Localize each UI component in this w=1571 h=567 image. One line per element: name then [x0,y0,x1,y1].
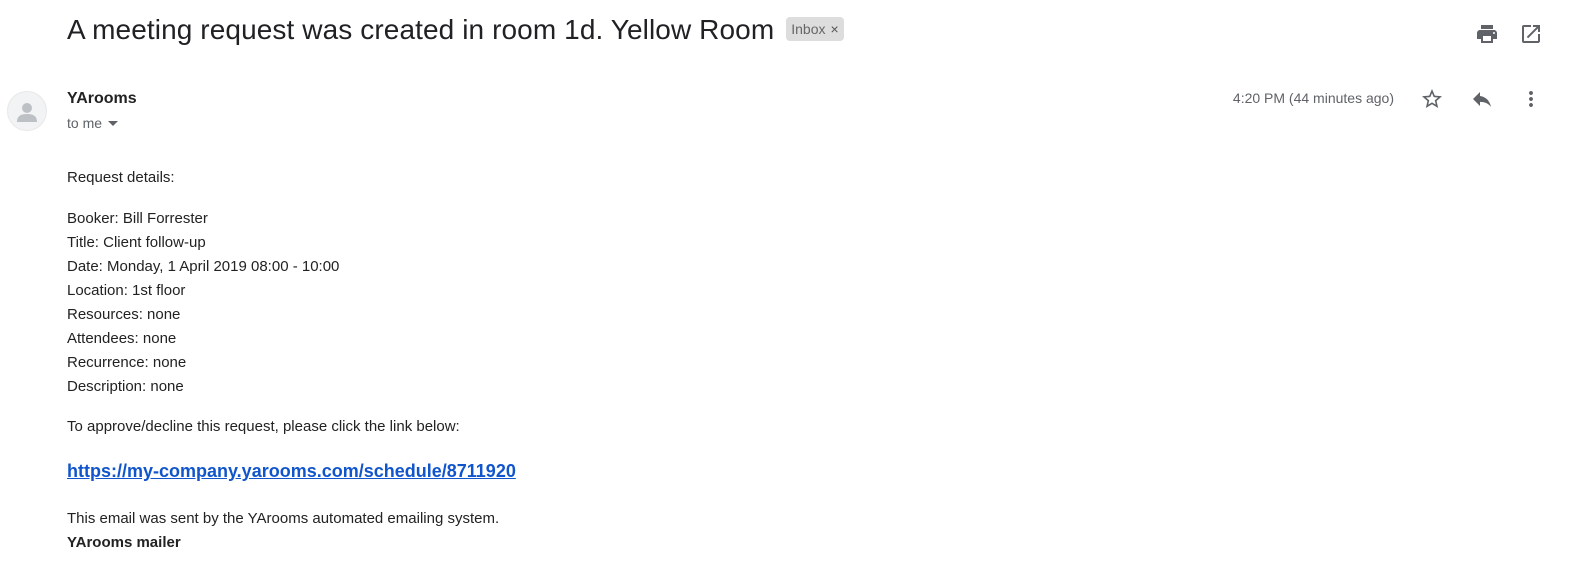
body-footer: This email was sent by the YArooms autom… [67,510,500,527]
email-view: A meeting request was created in room 1d… [0,0,1571,567]
print-icon[interactable] [1475,22,1499,46]
approve-decline-link[interactable]: https://my-company.yarooms.com/schedule/… [67,461,516,481]
email-body: Request details: Booker: Bill Forrester … [67,166,1067,555]
detail-date: Date: Monday, 1 April 2019 08:00 - 10:00 [67,258,340,275]
detail-resources: Resources: none [67,306,181,323]
detail-booker: Booker: Bill Forrester [67,210,208,227]
avatar-icon [7,91,47,131]
body-intro: Request details: [67,169,175,186]
email-timestamp: 4:20 PM (44 minutes ago) [1232,90,1394,106]
detail-title: Title: Client follow-up [67,234,206,251]
detail-recurrence: Recurrence: none [67,354,187,371]
email-subject: A meeting request was created in room 1d… [67,14,775,45]
detail-location: Location: 1st floor [67,282,186,299]
detail-description: Description: none [67,378,184,395]
chevron-down-icon[interactable] [108,120,119,126]
open-in-new-window-icon[interactable] [1519,22,1543,46]
sender-name[interactable]: YArooms [67,90,137,108]
recipient-row: to me [67,115,119,131]
star-icon[interactable] [1420,87,1444,111]
label-chip-text: Inbox [791,20,826,37]
remove-label-icon[interactable]: × [831,21,839,37]
reply-icon[interactable] [1470,87,1494,111]
more-vertical-icon[interactable] [1519,87,1543,111]
subject-row: A meeting request was created in room 1d… [67,14,844,46]
signature: YArooms mailer [67,534,181,551]
detail-attendees: Attendees: none [67,330,177,347]
body-instruction: To approve/decline this request, please … [67,418,460,435]
recipient-text: to me [67,115,103,131]
label-chip-inbox[interactable]: Inbox × [786,17,844,41]
